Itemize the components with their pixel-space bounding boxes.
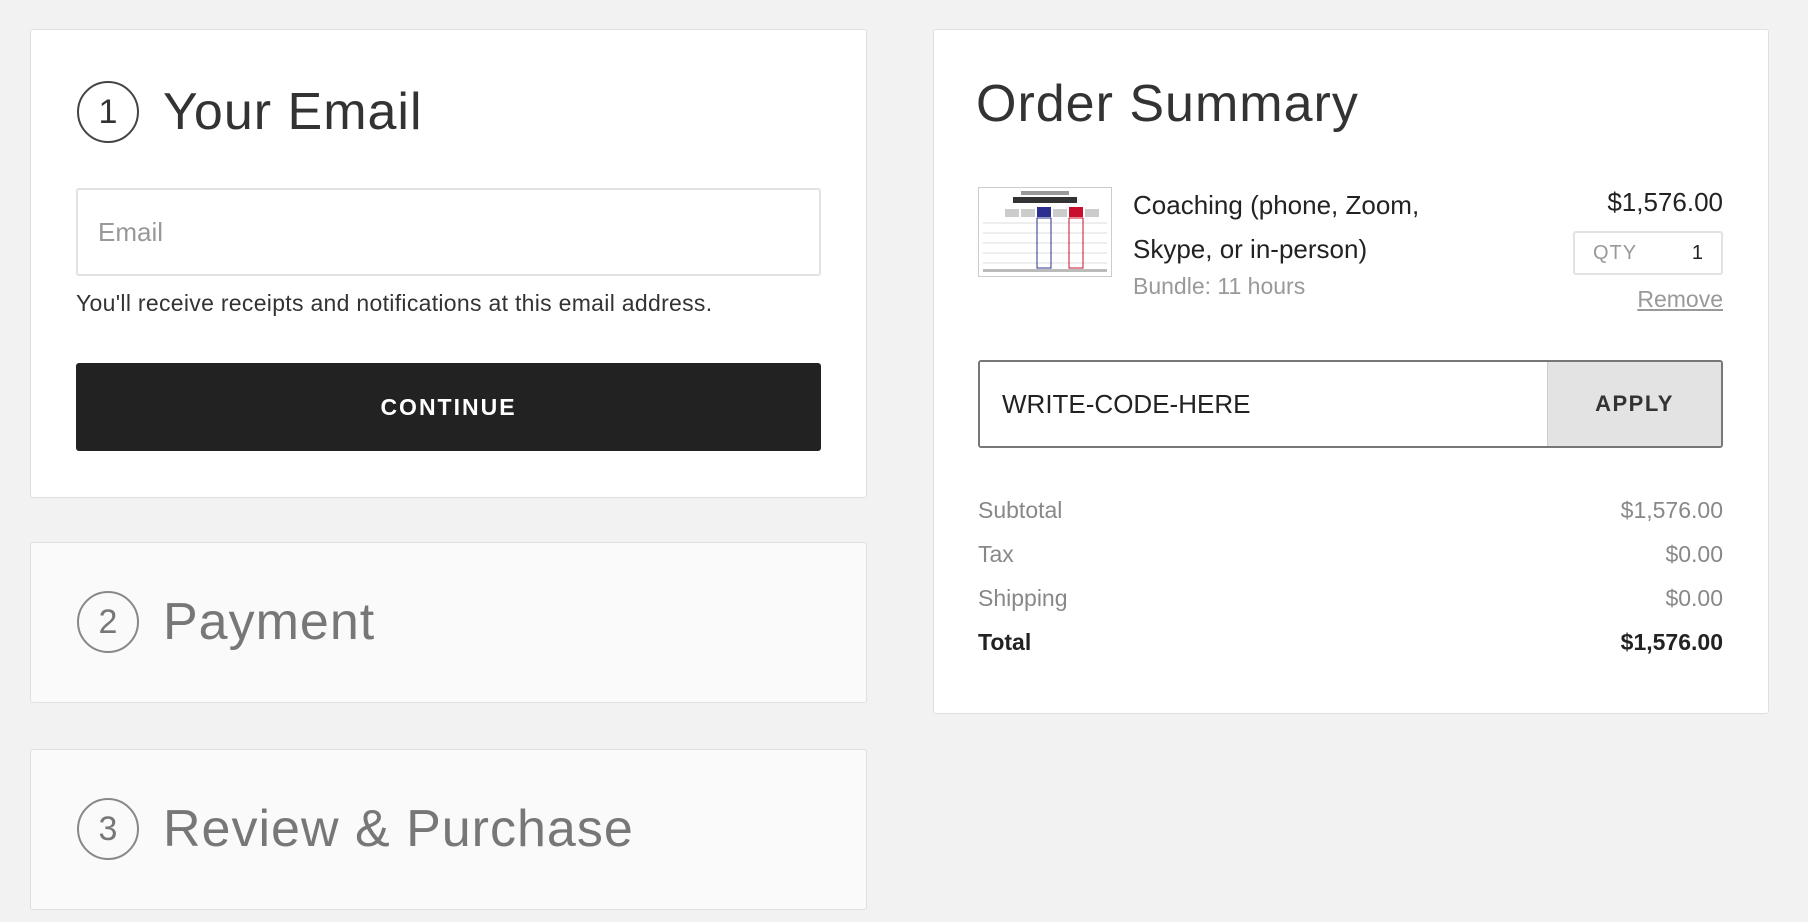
continue-button[interactable]: CONTINUE [76,363,821,451]
shipping-label: Shipping [978,584,1068,611]
step-number-2: 2 [77,591,139,653]
quantity-label: QTY [1593,241,1638,264]
payment-step-panel[interactable]: 2 Payment [30,542,867,703]
payment-step-title: Payment [163,593,376,651]
subtotal-row: Subtotal $1,576.00 [978,488,1723,532]
total-value: $1,576.00 [1620,628,1723,655]
coaching-bundles-image [978,187,1112,277]
email-step-title: Your Email [163,83,423,141]
total-label: Total [978,628,1032,655]
order-summary-panel: Order Summary Coaching (phone, Zoom, Sky… [933,29,1769,714]
payment-step-header: 2 Payment [77,591,375,653]
coupon-form: APPLY [978,360,1723,448]
item-name: Coaching (phone, Zoom, Skype, or in-pers… [1133,190,1420,264]
subtotal-label: Subtotal [978,496,1063,523]
tax-label: Tax [978,540,1014,567]
step-number-3: 3 [77,798,139,860]
tax-value: $0.00 [1665,540,1723,567]
tax-row: Tax $0.00 [978,532,1723,576]
quantity-field[interactable]: QTY 1 [1573,231,1723,275]
email-note: You'll receive receipts and notification… [76,290,713,316]
review-step-title: Review & Purchase [163,800,634,858]
email-step-panel: 1 Your Email You'll receive receipts and… [30,29,867,498]
shipping-value: $0.00 [1665,584,1723,611]
item-variant: Bundle: 11 hours [1133,273,1306,299]
totals-table: Subtotal $1,576.00 Tax $0.00 Shipping $0… [978,488,1723,664]
quantity-value[interactable]: 1 [1692,242,1703,265]
total-row: Total $1,576.00 [978,620,1723,664]
product-thumbnail-icon [979,188,1111,276]
email-input[interactable] [76,188,821,276]
item-price: $1,576.00 [1607,187,1723,217]
step-number-1: 1 [77,81,139,143]
remove-item-link[interactable]: Remove [1637,286,1723,313]
email-step-header: 1 Your Email [77,81,423,143]
coupon-code-input[interactable] [980,362,1547,446]
shipping-row: Shipping $0.00 [978,576,1723,620]
subtotal-value: $1,576.00 [1620,496,1723,523]
review-step-panel[interactable]: 3 Review & Purchase [30,749,867,910]
apply-coupon-button[interactable]: APPLY [1547,362,1721,446]
review-step-header: 3 Review & Purchase [77,798,634,860]
order-summary-title: Order Summary [976,75,1359,133]
